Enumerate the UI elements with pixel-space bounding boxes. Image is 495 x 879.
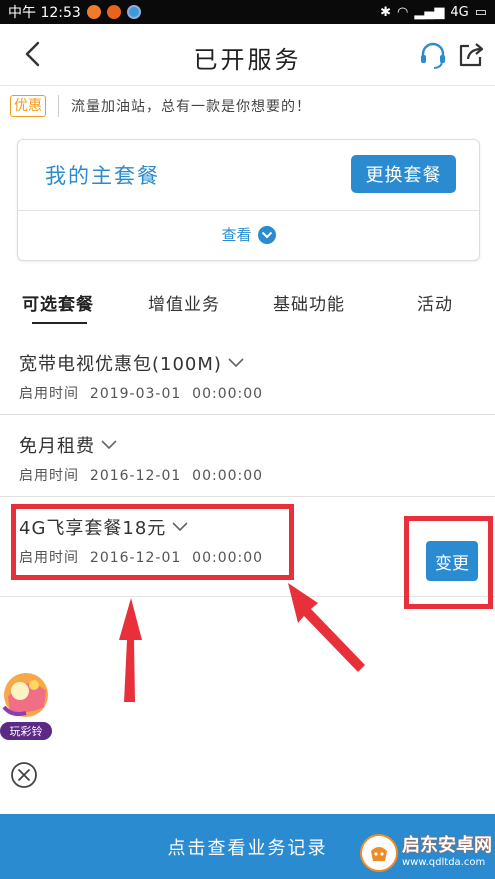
notice-text: 流量加油站，总有一款是你想要的！ [71, 99, 311, 115]
notification-app-icon [106, 5, 121, 19]
start-time-label: 启用时间 [19, 386, 79, 402]
share-icon[interactable] [456, 40, 486, 70]
list-item[interactable]: 宽带电视优惠包(100M) 启用时间 2019-03-01 00:00:00 [0, 333, 495, 415]
annotation-arrow [119, 598, 142, 702]
notification-app-icon [126, 5, 141, 19]
main-package-card: 我的主套餐 更换套餐 查看 [17, 139, 480, 261]
start-time-label: 启用时间 [19, 468, 79, 484]
tab-value-added[interactable]: 增值业务 [148, 290, 220, 315]
status-time: 中午 12:53 [8, 5, 81, 21]
watermark-url: www.qdltda.com [402, 857, 486, 868]
start-time-value: 2019-03-01 00:00:00 [89, 386, 264, 402]
annotation-arrows [119, 583, 365, 702]
discount-badge: 优惠 [10, 95, 46, 117]
view-label: 查看 [221, 226, 252, 244]
battery-icon: ▭ [474, 4, 487, 20]
active-tab-indicator [32, 322, 87, 324]
divider [18, 210, 479, 211]
promo-label[interactable]: 玩彩铃 [0, 722, 52, 740]
tab-activities[interactable]: 活动 [417, 290, 453, 315]
annotation-highlight-box [11, 504, 294, 580]
service-tabs: 可选套餐 增值业务 基础功能 活动 [0, 278, 495, 326]
watermark-logo-icon [360, 833, 398, 872]
bluetooth-icon: ✱ [380, 4, 391, 20]
tab-basic-functions[interactable]: 基础功能 [273, 290, 345, 315]
notification-app-icon [86, 5, 101, 19]
watermark-title: 启东安卓网 [402, 835, 492, 856]
chevron-down-icon[interactable] [101, 440, 117, 450]
package-name: 宽带电视优惠包(100M) [19, 354, 222, 375]
view-details-link[interactable]: 查看 [18, 224, 479, 245]
status-bar: 中午 12:53 ✱ ◠ ▂▄▆ 4G ▭ [0, 0, 495, 24]
change-package-button[interactable]: 更换套餐 [351, 155, 456, 193]
nav-bar: 已开服务 [0, 24, 495, 86]
wifi-icon: ◠ [397, 4, 409, 20]
annotation-arrow [288, 583, 365, 672]
view-records-label: 点击查看业务记录 [167, 837, 328, 859]
list-item[interactable]: 免月租费 启用时间 2016-12-01 00:00:00 [0, 415, 495, 497]
main-package-title: 我的主套餐 [45, 164, 160, 188]
package-name: 免月租费 [19, 436, 95, 457]
start-time-value: 2016-12-01 00:00:00 [89, 468, 264, 484]
signal-icon: ▂▄▆ [414, 4, 445, 20]
chevron-down-icon[interactable] [228, 358, 244, 368]
site-watermark: 启东安卓网 www.qdltda.com [360, 826, 495, 879]
tab-optional-packages[interactable]: 可选套餐 [22, 290, 94, 315]
divider [58, 95, 59, 117]
chevron-down-icon [257, 225, 276, 244]
close-icon[interactable] [10, 761, 38, 789]
promo-notice[interactable]: 优惠 流量加油站，总有一款是你想要的！ [0, 86, 495, 126]
network-type: 4G [450, 4, 469, 20]
customer-service-headset-icon[interactable] [418, 40, 448, 70]
